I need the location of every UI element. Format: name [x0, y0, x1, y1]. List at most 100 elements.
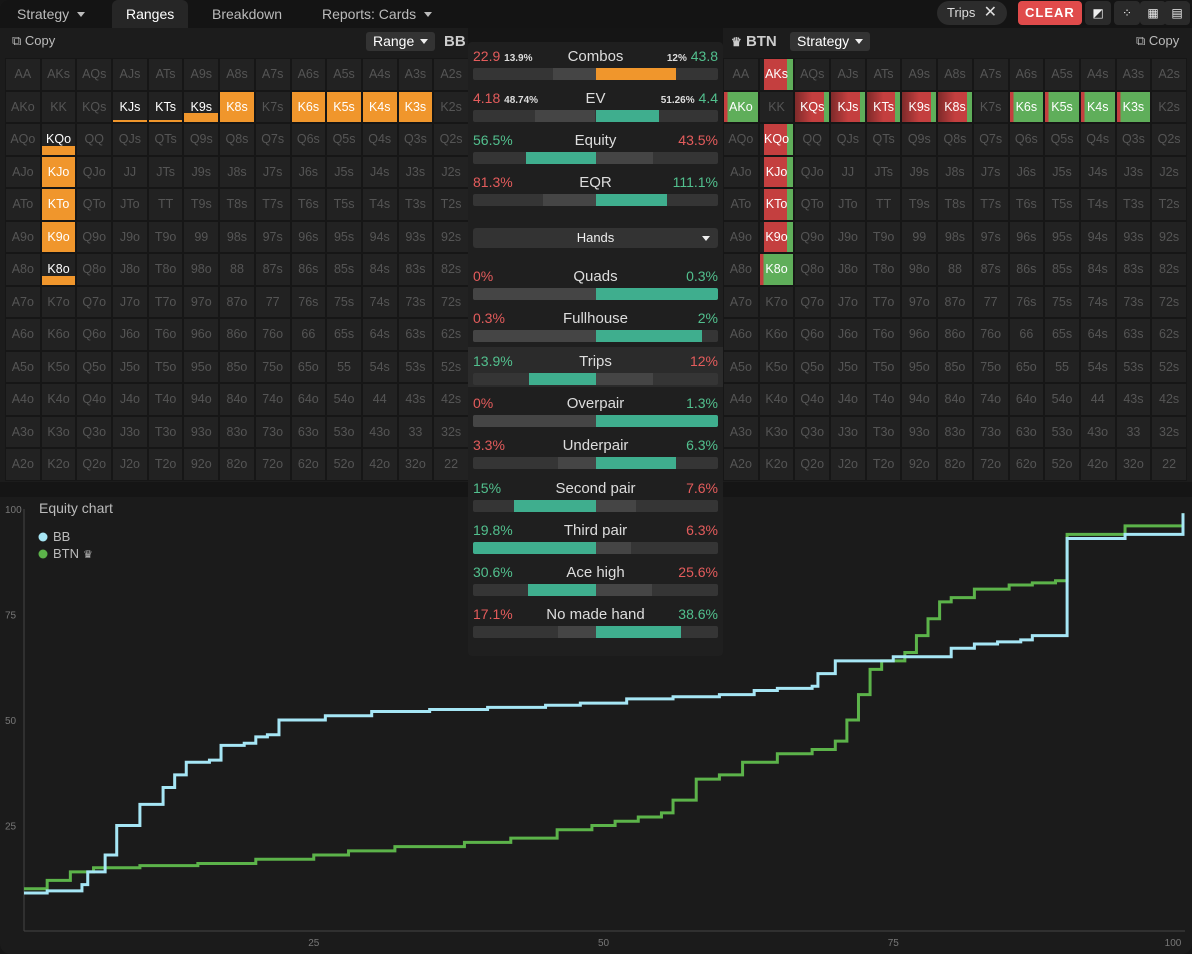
hand-cell[interactable]: 53o	[326, 415, 362, 448]
hand-cell[interactable]: JTs	[147, 155, 184, 188]
hand-cell[interactable]: Q7o	[794, 285, 831, 318]
hand-cell[interactable]: K3s	[1115, 90, 1152, 123]
hand-cell[interactable]: K8s	[937, 90, 973, 123]
collapse-icon[interactable]: ⁘	[1114, 1, 1140, 25]
hand-cell[interactable]: T8o	[865, 253, 902, 286]
hand-cell[interactable]: 33	[397, 415, 434, 448]
hand-cell[interactable]: J8s	[219, 155, 255, 188]
hand-cell[interactable]: 93o	[183, 415, 220, 448]
hand-cell[interactable]: 62o	[290, 448, 327, 481]
hand-cell[interactable]: K3o	[758, 415, 795, 448]
hand-cell[interactable]: T8s	[937, 188, 973, 221]
hand-cell[interactable]: T8o	[147, 253, 184, 286]
hand-cell[interactable]: Q9o	[76, 220, 113, 253]
category-row[interactable]: 15% Second pair 7.6%	[468, 474, 723, 514]
hand-cell[interactable]: 98s	[937, 220, 973, 253]
hand-cell[interactable]: Q5s	[326, 123, 362, 156]
hand-cell[interactable]: 84s	[1079, 253, 1116, 286]
hand-cell[interactable]: 44	[361, 383, 398, 416]
hand-cell[interactable]: Q5o	[794, 350, 831, 383]
hand-cell[interactable]: A4s	[361, 58, 398, 91]
hand-cell[interactable]: 92s	[433, 220, 469, 253]
hand-cell[interactable]: QQ	[794, 123, 831, 156]
clear-button[interactable]: CLEAR	[1018, 1, 1082, 25]
hand-cell[interactable]: T3s	[397, 188, 434, 221]
hand-cell[interactable]: J9o	[830, 220, 866, 253]
hand-cell[interactable]: K5o	[758, 350, 795, 383]
hand-cell[interactable]: Q9s	[901, 123, 938, 156]
hand-cell[interactable]: T6o	[147, 318, 184, 351]
hand-cell[interactable]: A3s	[397, 58, 434, 91]
hand-cell[interactable]: AQo	[5, 123, 41, 156]
hand-cell[interactable]: 85s	[326, 253, 362, 286]
hand-cell[interactable]: K2s	[1151, 90, 1187, 123]
hand-cell[interactable]: TT	[147, 188, 184, 221]
hand-cell[interactable]: Q7o	[76, 285, 113, 318]
hand-cell[interactable]: 64s	[1079, 318, 1116, 351]
hand-cell[interactable]: A9o	[5, 220, 41, 253]
category-row[interactable]: 0% Quads 0.3%	[468, 262, 723, 302]
hand-cell[interactable]: QTs	[147, 123, 184, 156]
hand-cell[interactable]: Q6o	[76, 318, 113, 351]
hand-cell[interactable]: 86o	[937, 318, 973, 351]
hand-cell[interactable]: 65o	[1008, 350, 1045, 383]
hand-cell[interactable]: A6s	[290, 58, 327, 91]
hand-cell[interactable]: J3s	[397, 155, 434, 188]
hand-cell[interactable]: K6s	[290, 90, 327, 123]
hand-cell[interactable]: 88	[937, 253, 973, 286]
hand-cell[interactable]: T4s	[361, 188, 398, 221]
hand-cell[interactable]: 63o	[1008, 415, 1045, 448]
hand-cell[interactable]: Q9s	[183, 123, 220, 156]
hand-cell[interactable]: Q9o	[794, 220, 831, 253]
hand-cell[interactable]: A5o	[5, 350, 41, 383]
hand-cell[interactable]: A3s	[1115, 58, 1152, 91]
hand-cell[interactable]: 32s	[433, 415, 469, 448]
category-row[interactable]: 0.3% Fullhouse 2%	[468, 304, 723, 344]
hand-cell[interactable]: 72o	[254, 448, 291, 481]
hand-cell[interactable]: 98o	[901, 253, 938, 286]
hand-cell[interactable]: J3o	[112, 415, 148, 448]
hand-cell[interactable]: A2o	[5, 448, 41, 481]
hand-cell[interactable]: 54s	[1079, 350, 1116, 383]
hand-cell[interactable]: T7s	[254, 188, 291, 221]
hand-cell[interactable]: 82s	[433, 253, 469, 286]
hand-cell[interactable]: T4s	[1079, 188, 1116, 221]
hand-cell[interactable]: 84s	[361, 253, 398, 286]
hand-cell[interactable]: 92s	[1151, 220, 1187, 253]
hand-cell[interactable]: K6s	[1008, 90, 1045, 123]
range-dropdown[interactable]: Range	[366, 32, 436, 51]
hand-cell[interactable]: QTo	[794, 188, 831, 221]
hand-cell[interactable]: 72s	[1151, 285, 1187, 318]
hand-cell[interactable]: T7s	[972, 188, 1009, 221]
hand-cell[interactable]: J7o	[112, 285, 148, 318]
hand-cell[interactable]: 98s	[219, 220, 255, 253]
hand-cell[interactable]: K8o	[758, 253, 795, 286]
hand-cell[interactable]: 43o	[1079, 415, 1116, 448]
hand-cell[interactable]: ATo	[723, 188, 759, 221]
hand-cell[interactable]: A6o	[5, 318, 41, 351]
hand-cell[interactable]: 22	[433, 448, 469, 481]
hand-cell[interactable]: ATs	[865, 58, 902, 91]
hand-cell[interactable]: 73s	[1115, 285, 1152, 318]
hand-cell[interactable]: J9o	[112, 220, 148, 253]
hand-cell[interactable]: 94s	[1079, 220, 1116, 253]
hand-cell[interactable]: A8s	[219, 58, 255, 91]
hand-cell[interactable]: K9o	[40, 220, 77, 253]
hand-cell[interactable]: 64o	[1008, 383, 1045, 416]
hand-cell[interactable]: 85o	[219, 350, 255, 383]
tab-ranges[interactable]: Ranges	[112, 0, 188, 28]
hand-cell[interactable]: 55	[326, 350, 362, 383]
hand-cell[interactable]: 62s	[433, 318, 469, 351]
hands-dropdown[interactable]: Hands	[473, 228, 718, 248]
hand-cell[interactable]: J2s	[1151, 155, 1187, 188]
hand-cell[interactable]: AQo	[723, 123, 759, 156]
hand-cell[interactable]: 82o	[937, 448, 973, 481]
hand-cell[interactable]: J6o	[112, 318, 148, 351]
hand-cell[interactable]: ATo	[5, 188, 41, 221]
hand-cell[interactable]: A2s	[1151, 58, 1187, 91]
hand-cell[interactable]: Q4s	[1079, 123, 1116, 156]
hand-cell[interactable]: 95s	[1044, 220, 1080, 253]
hand-cell[interactable]: T2s	[433, 188, 469, 221]
hand-cell[interactable]: 44	[1079, 383, 1116, 416]
hand-cell[interactable]: AA	[5, 58, 41, 91]
